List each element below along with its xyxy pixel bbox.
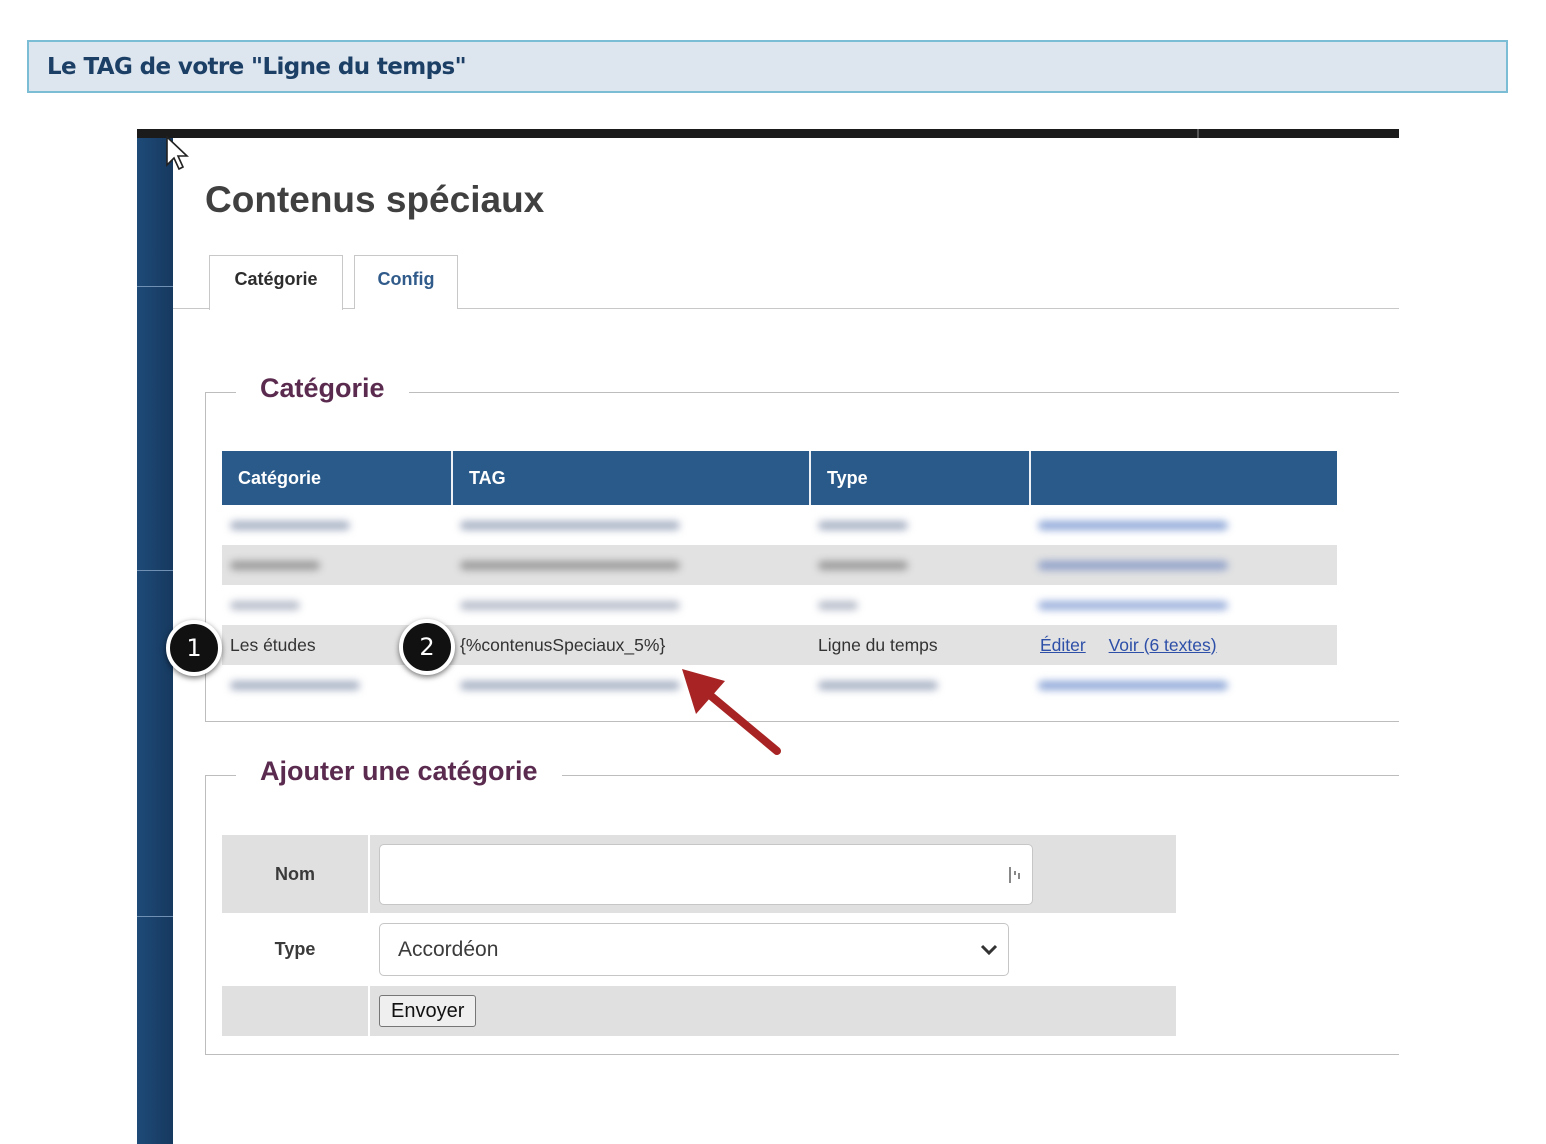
- add-category-form: Nom Type Accordéon Envoyer: [222, 835, 1176, 1036]
- column-header-tag: TAG: [452, 451, 811, 505]
- column-header-type: Type: [810, 451, 1031, 505]
- instruction-banner: Le TAG de votre "Ligne du temps": [27, 40, 1508, 93]
- table-row: [222, 505, 1337, 545]
- cell-tag: {%contenusSpeciaux_5%}: [452, 625, 810, 665]
- banner-title: Le TAG de votre "Ligne du temps": [47, 54, 467, 80]
- tab-bar: Catégorie Config: [173, 255, 1399, 310]
- callout-badge-2: 2: [399, 619, 455, 675]
- name-input[interactable]: [379, 843, 1033, 905]
- table-row: [222, 585, 1337, 625]
- callout-badge-1: 1: [166, 620, 222, 676]
- table-row-les-etudes: Les études {%contenusSpeciaux_5%} Ligne …: [222, 625, 1337, 665]
- screenshot-frame: Contenus spéciaux Catégorie Config Catég…: [137, 129, 1399, 1144]
- table-row: [222, 545, 1337, 585]
- column-header-categorie: Catégorie: [222, 451, 453, 505]
- column-header-actions: [1030, 451, 1337, 505]
- red-arrow-icon: [682, 669, 781, 755]
- chevron-down-icon: [980, 944, 998, 956]
- type-select[interactable]: Accordéon: [379, 923, 1009, 976]
- category-legend: Catégorie: [236, 373, 409, 404]
- type-selected-value: Accordéon: [398, 938, 499, 961]
- mouse-cursor-icon: [166, 135, 190, 171]
- page-title: Contenus spéciaux: [205, 179, 545, 220]
- tab-categorie[interactable]: Catégorie: [209, 255, 343, 310]
- submit-button[interactable]: Envoyer: [379, 995, 477, 1027]
- name-label: Nom: [222, 835, 370, 913]
- tab-config[interactable]: Config: [354, 255, 458, 309]
- type-label: Type: [222, 913, 370, 986]
- edit-link[interactable]: Éditer: [1040, 635, 1086, 655]
- password-manager-icon: [1009, 866, 1020, 883]
- top-bar: [137, 129, 1399, 138]
- cell-actions: Éditer Voir (6 textes): [1030, 625, 1337, 665]
- cell-type: Ligne du temps: [810, 625, 1030, 665]
- add-category-legend: Ajouter une catégorie: [236, 756, 562, 787]
- view-texts-link[interactable]: Voir (6 textes): [1109, 635, 1217, 655]
